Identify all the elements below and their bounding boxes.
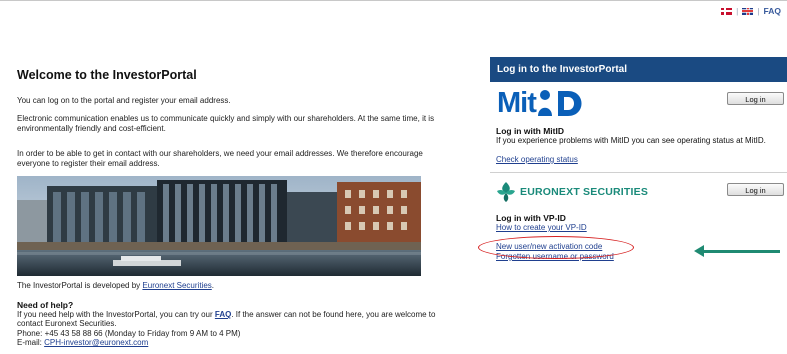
euronext-securities-logo-text: EURONEXT SECURITIES — [520, 186, 649, 198]
mitid-help-text: If you experience problems with MitID yo… — [496, 136, 766, 145]
harbour-photo — [17, 176, 421, 276]
email-link[interactable]: CPH-investor@euronext.com — [44, 338, 148, 347]
highlight-oval — [478, 236, 634, 259]
mitid-logo-icon: Mit — [497, 87, 588, 119]
danish-flag-icon[interactable] — [721, 7, 733, 15]
top-border — [0, 0, 787, 1]
check-operating-status-link[interactable]: Check operating status — [496, 155, 578, 164]
separator: | — [736, 6, 739, 16]
euronext-logo-icon — [497, 182, 515, 202]
login-panel-header: Log in to the InvestorPortal — [490, 57, 787, 82]
phone-text: Phone: +45 43 58 88 66 (Monday to Friday… — [17, 328, 241, 338]
help-text: If you need help with the InvestorPortal… — [17, 310, 457, 348]
arrow-shaft — [700, 250, 780, 253]
register-paragraph: In order to be able to get in contact wi… — [17, 149, 423, 168]
mitid-id-mark-icon — [537, 90, 582, 116]
vpid-login-button[interactable]: Log in — [727, 183, 784, 196]
how-to-create-vpid-link[interactable]: How to create your VP-ID — [496, 223, 587, 232]
euronext-securities-link[interactable]: Euronext Securities — [142, 281, 211, 290]
help-title: Need of help? — [17, 300, 74, 310]
page-title: Welcome to the InvestorPortal — [17, 68, 197, 82]
uk-flag-icon[interactable] — [742, 7, 754, 15]
panel-divider — [490, 172, 787, 173]
communication-paragraph: Electronic communication enables us to c… — [17, 114, 435, 133]
faq-link[interactable]: FAQ — [215, 310, 231, 319]
mitid-login-title: Log in with MitID — [496, 126, 564, 136]
developed-by: The InvestorPortal is developed by Euron… — [17, 281, 215, 290]
faq-link-top[interactable]: FAQ — [764, 6, 781, 16]
arrow-left-icon — [694, 245, 704, 257]
mitid-login-button[interactable]: Log in — [727, 92, 784, 105]
language-bar: | | FAQ — [721, 5, 781, 17]
euronext-logo: EURONEXT SECURITIES — [496, 181, 648, 203]
separator: | — [757, 6, 760, 16]
vpid-login-title: Log in with VP-ID — [496, 213, 566, 223]
intro-paragraph: You can log on to the portal and registe… — [17, 96, 231, 105]
